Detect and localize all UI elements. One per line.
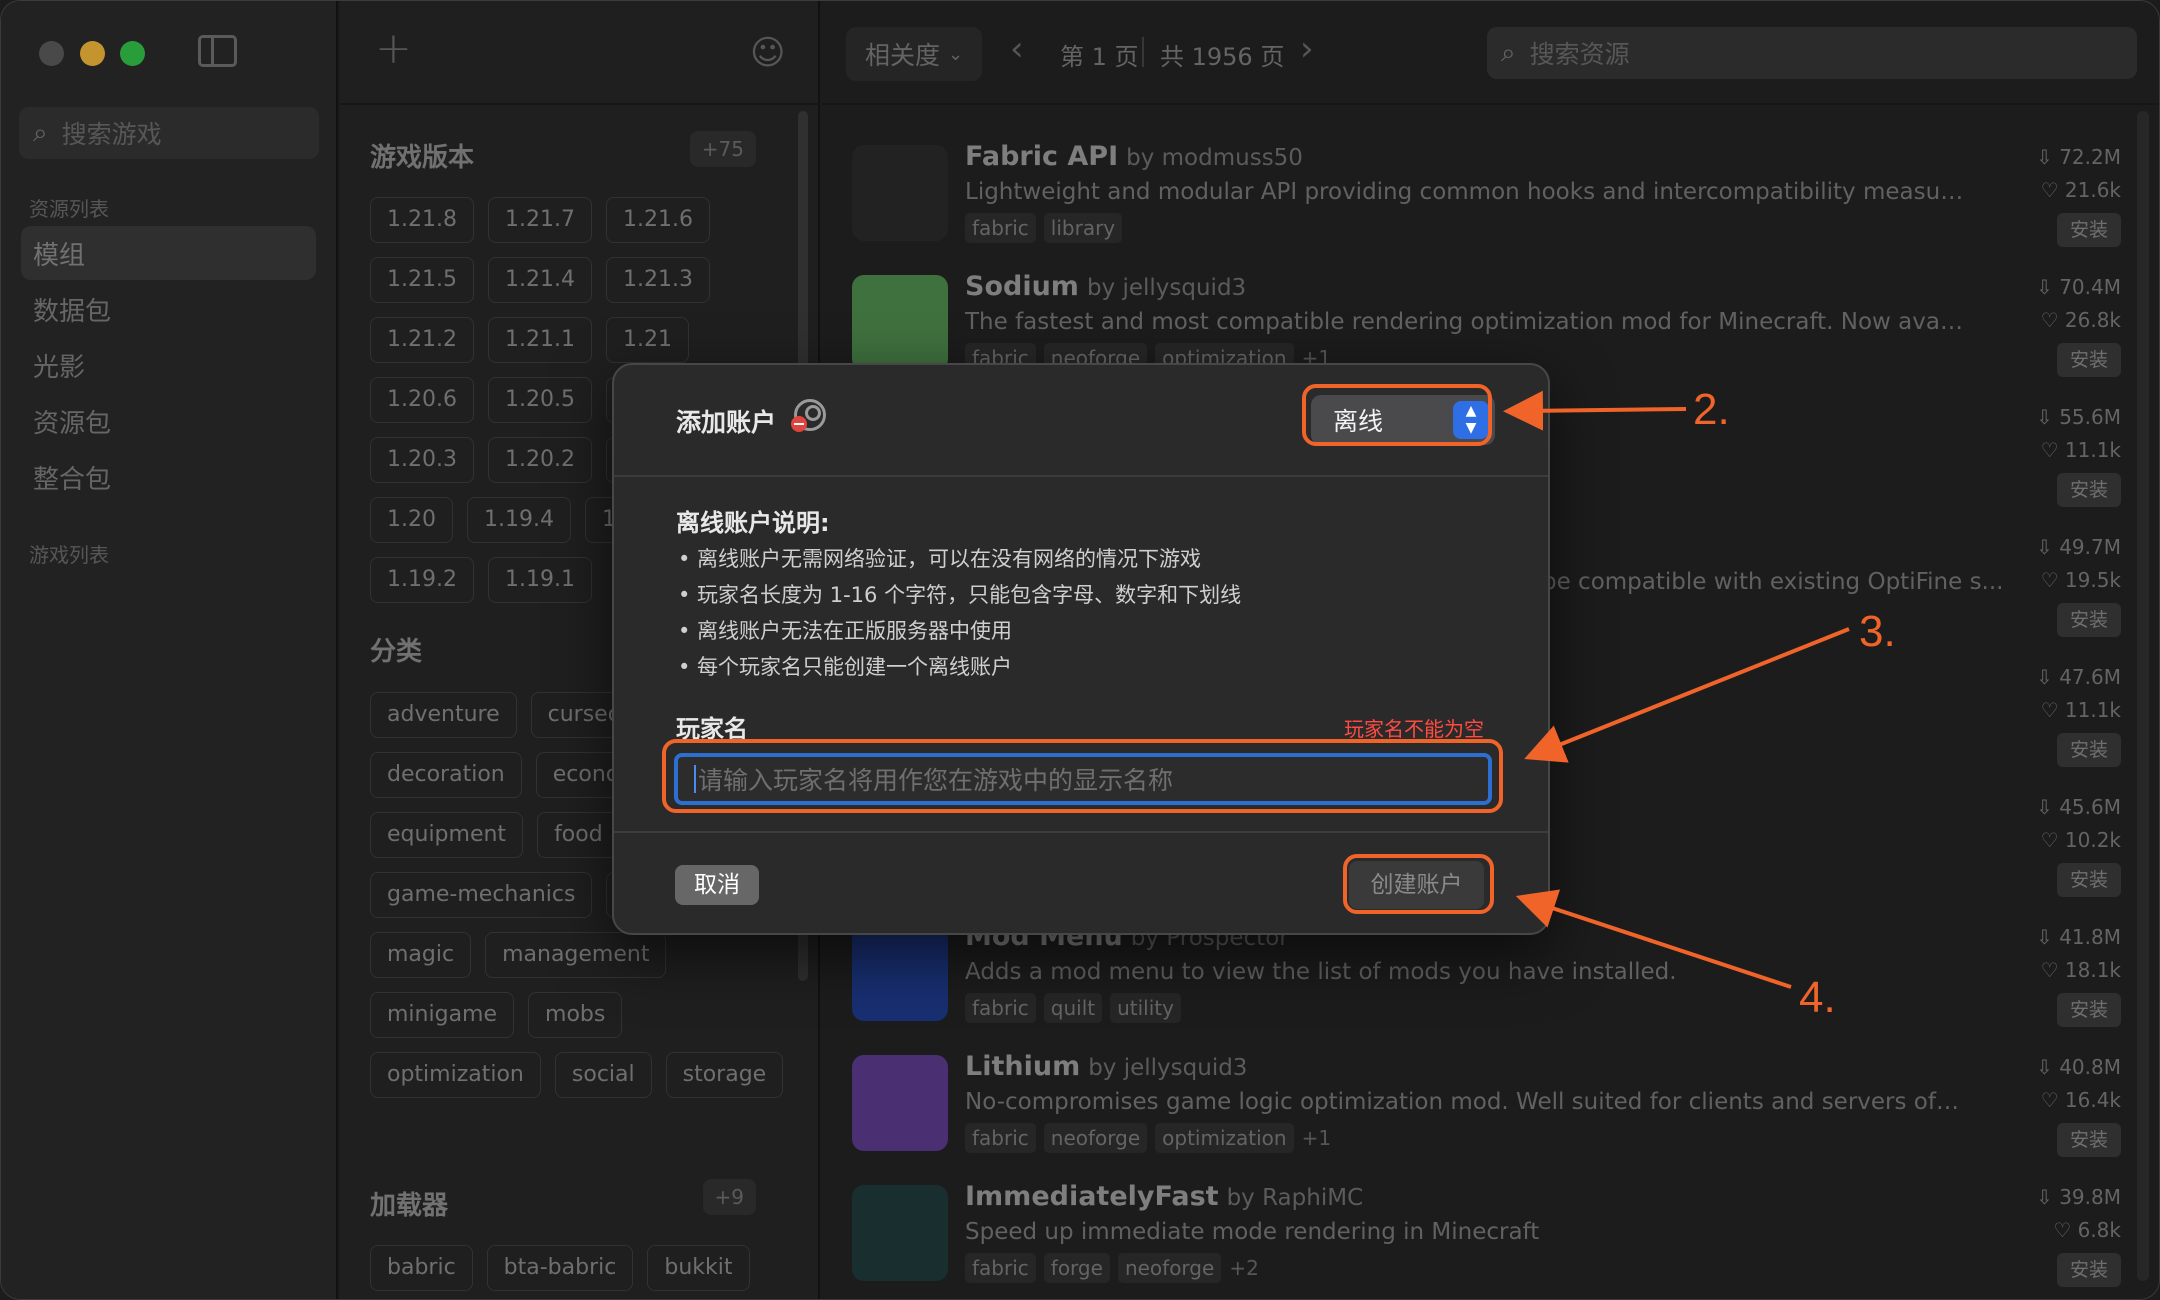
arrow-step-2 [1503, 390, 1687, 431]
arrow-step-3 [1524, 627, 1850, 763]
arrow-step-4 [1515, 889, 1792, 989]
annotation-arrows [1503, 390, 1850, 989]
app-window: ⌕ 搜索游戏 资源列表 模组 数据包 光影 资源包 整合包 游戏列表 + ☺ 游… [0, 0, 2160, 1300]
